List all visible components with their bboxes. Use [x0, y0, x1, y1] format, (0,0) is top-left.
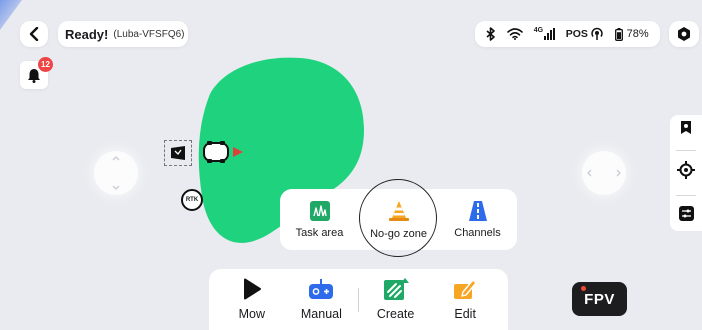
channels-label: Channels: [454, 226, 501, 239]
no-go-zone-label: No-go zone: [370, 227, 427, 240]
play-icon: [243, 278, 261, 300]
edit-label: Edit: [454, 307, 476, 321]
no-go-zone-option[interactable]: No-go zone: [362, 200, 436, 240]
corner-marker: [0, 0, 22, 30]
mower-icon: [203, 141, 243, 163]
status-text: Ready!: [65, 26, 109, 42]
chevron-left-icon: [29, 27, 39, 41]
network-type: 4G: [533, 26, 544, 34]
traffic-cone-icon: [388, 200, 409, 221]
map-pin-icon: [681, 121, 691, 135]
back-button[interactable]: [20, 21, 48, 47]
battery-indicator: 78%: [614, 27, 649, 41]
charging-station-marker[interactable]: [164, 140, 192, 166]
notification-badge: 12: [38, 57, 53, 72]
manual-button[interactable]: Manual: [288, 278, 354, 321]
crosshair-icon: [677, 161, 695, 180]
hexagon-settings-icon: [678, 27, 690, 41]
locate-button[interactable]: [677, 161, 695, 184]
battery-icon: [614, 27, 623, 41]
system-status-bar[interactable]: 4G POS 78%: [475, 21, 660, 47]
grass-icon: [309, 200, 330, 221]
manual-label: Manual: [300, 307, 342, 321]
fpv-label: FPV: [584, 290, 615, 308]
map-tools-sidebar: [670, 115, 702, 231]
mow-button[interactable]: Mow: [219, 278, 285, 321]
road-icon: [468, 200, 487, 221]
gamepad-icon: [309, 279, 334, 299]
divider: [676, 194, 696, 196]
pencil-icon: [454, 279, 477, 299]
divider: [357, 287, 359, 312]
mow-label: Mow: [238, 307, 265, 321]
task-area-label: Task area: [295, 226, 344, 239]
right-joystick[interactable]: [582, 151, 626, 195]
live-dot-icon: [581, 286, 586, 291]
pos-label: POS: [565, 28, 588, 40]
dock-icon: [171, 146, 185, 160]
map-settings-button[interactable]: [678, 205, 694, 226]
wifi-icon: [507, 28, 523, 40]
task-area-option[interactable]: Task area: [283, 200, 357, 239]
fpv-button[interactable]: FPV: [572, 282, 627, 316]
create-button[interactable]: Create: [363, 278, 429, 321]
joystick-arrows-icon: [587, 169, 621, 177]
mower-marker[interactable]: [203, 141, 245, 168]
signal-bars-icon: [544, 28, 556, 40]
cellular-indicator: 4G: [533, 26, 556, 40]
satellite-signal-icon: [591, 27, 603, 40]
bluetooth-icon: [486, 27, 496, 41]
create-label: Create: [376, 307, 415, 321]
device-status[interactable]: Ready! (Luba-VFSFQ6): [58, 21, 188, 47]
left-joystick[interactable]: [94, 151, 138, 195]
create-icon: [383, 278, 409, 300]
joystick-arrows-icon: [112, 156, 120, 190]
rtk-station-marker[interactable]: RTK: [181, 189, 203, 211]
edit-button[interactable]: Edit: [432, 278, 498, 321]
map-layer-button[interactable]: [679, 120, 693, 140]
divider: [676, 150, 696, 152]
settings-button[interactable]: [669, 21, 699, 47]
bell-icon: [28, 68, 40, 83]
battery-level: 78%: [626, 28, 649, 40]
device-name: (Luba-VFSFQ6): [113, 28, 185, 40]
sliders-icon: [678, 205, 694, 221]
wifi-indicator: [507, 28, 523, 40]
bluetooth-indicator: [486, 27, 496, 41]
create-submenu: Task area No-go zone Channels: [280, 189, 517, 250]
bottom-action-bar: Mow Manual Create Edit: [209, 269, 508, 330]
channels-option[interactable]: Channels: [441, 200, 515, 239]
positioning-indicator: POS: [566, 27, 604, 41]
